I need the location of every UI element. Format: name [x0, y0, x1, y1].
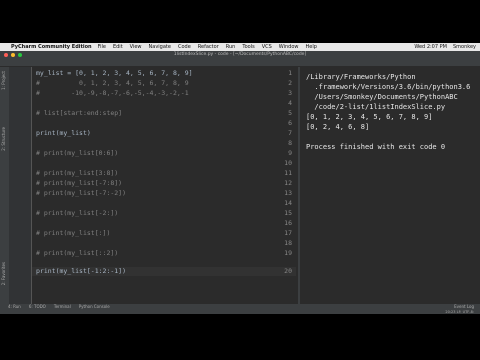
- menu-edit[interactable]: Edit: [113, 43, 123, 51]
- window-title: 1listIndexSlice.py - code - [~/Documents…: [173, 52, 307, 57]
- user-name[interactable]: Smonkey: [453, 43, 476, 51]
- code-line[interactable]: print(my_list): [36, 129, 91, 137]
- structure-tool-tab[interactable]: 2: Structure: [1, 127, 6, 151]
- menu-refactor[interactable]: Refactor: [198, 43, 219, 51]
- line-number: 20: [284, 267, 292, 275]
- pycharm-window: PyCharm Community Edition File Edit View…: [0, 43, 480, 314]
- line-number: 6: [288, 119, 292, 127]
- code-comment-line[interactable]: # print(my_list[3:8]): [36, 169, 118, 177]
- menu-vcs[interactable]: VCS: [262, 43, 272, 51]
- run-exit-message: Process finished with exit code 0: [306, 143, 446, 151]
- menu-window[interactable]: Window: [279, 43, 299, 51]
- navigation-toolbar: [0, 59, 480, 67]
- menu-extras: Wed 2:07 PM Smonkey: [414, 43, 476, 51]
- menu-run[interactable]: Run: [226, 43, 236, 51]
- run-output-line: /Users/Smonkey/Documents/PythonABC: [306, 93, 458, 101]
- clock[interactable]: Wed 2:07 PM: [414, 43, 447, 51]
- run-output-line: /Library/Frameworks/Python: [306, 73, 416, 81]
- code-comment-line[interactable]: # -10,-9,-8,-7,-6,-5,-4,-3,-2,-1: [36, 89, 189, 97]
- mac-menu-bar: PyCharm Community Edition File Edit View…: [0, 43, 480, 51]
- line-number: 15: [284, 209, 292, 217]
- line-number: 3: [288, 89, 292, 97]
- code-comment-line[interactable]: # print(my_list[:]): [36, 229, 110, 237]
- line-number: 7: [288, 129, 292, 137]
- code-comment-line[interactable]: # print(my_list[0:6]): [36, 149, 118, 157]
- line-number: 14: [284, 199, 292, 207]
- code-line-current[interactable]: print(my_list[-1:2:-1]): [36, 267, 126, 275]
- minimize-window-icon[interactable]: [11, 53, 15, 57]
- menu-tools[interactable]: Tools: [242, 43, 254, 51]
- line-number: 11: [284, 169, 292, 177]
- left-tool-strip: 1: Project 2: Structure 2: Favorites: [0, 67, 9, 304]
- line-number: 12: [284, 179, 292, 187]
- close-window-icon[interactable]: [4, 53, 8, 57]
- line-number: 16: [284, 219, 292, 227]
- project-tool-tab[interactable]: 1: Project: [1, 71, 6, 90]
- code-comment-line[interactable]: # print(my_list[-7:8]): [36, 179, 122, 187]
- menu-help[interactable]: Help: [306, 43, 317, 51]
- line-number: 5: [288, 109, 292, 117]
- code-comment-line[interactable]: # print(my_list[::2]): [36, 249, 118, 257]
- code-editor[interactable]: 1 2 3 4 5 6 7 8 9 10 11 12 13 14 15 16 1…: [9, 67, 296, 304]
- run-output-line: [0, 1, 2, 3, 4, 5, 6, 7, 8, 9]: [306, 113, 433, 121]
- code-comment-line[interactable]: # 0, 1, 2, 3, 4, 5, 6, 7, 8, 9: [36, 79, 189, 87]
- line-number: 2: [288, 79, 292, 87]
- menu-code[interactable]: Code: [178, 43, 191, 51]
- code-line[interactable]: my_list = [0, 1, 2, 3, 4, 5, 6, 7, 8, 9]: [36, 69, 193, 77]
- code-comment-line[interactable]: # print(my_list[-2:]): [36, 209, 118, 217]
- code-comment-line[interactable]: # print(my_list[-7:-2]): [36, 189, 126, 197]
- line-number: 19: [284, 249, 292, 257]
- line-number-gutter: [9, 67, 32, 304]
- menu-navigate[interactable]: Navigate: [149, 43, 171, 51]
- line-number: 18: [284, 239, 292, 247]
- run-output-line: .framework/Versions/3.6/bin/python3.6: [306, 83, 471, 91]
- code-comment-line[interactable]: # list[start:end:step]: [36, 109, 122, 117]
- line-number: 10: [284, 159, 292, 167]
- app-menu[interactable]: PyCharm Community Edition: [11, 43, 92, 51]
- run-output-panel[interactable]: /Library/Frameworks/Python .framework/Ve…: [298, 67, 480, 304]
- line-number: 17: [284, 229, 292, 237]
- zoom-window-icon[interactable]: [18, 53, 22, 57]
- line-number: 4: [288, 99, 292, 107]
- line-number: 1: [288, 69, 292, 77]
- status-bar: 20:23 LF: UTF-8:: [0, 310, 480, 314]
- title-bar: 1listIndexSlice.py - code - [~/Documents…: [0, 51, 480, 59]
- favorites-tool-tab[interactable]: 2: Favorites: [1, 262, 6, 285]
- run-output-line: [0, 2, 4, 6, 8]: [306, 123, 370, 131]
- menu-view[interactable]: View: [130, 43, 142, 51]
- window-controls: [4, 53, 22, 57]
- line-number: 8: [288, 139, 292, 147]
- run-output-line: /code/2-list/1listIndexSlice.py: [306, 103, 446, 111]
- status-text: 20:23 LF: UTF-8:: [445, 310, 474, 314]
- line-number: 13: [284, 189, 292, 197]
- line-number: 9: [288, 149, 292, 157]
- menu-file[interactable]: File: [98, 43, 106, 51]
